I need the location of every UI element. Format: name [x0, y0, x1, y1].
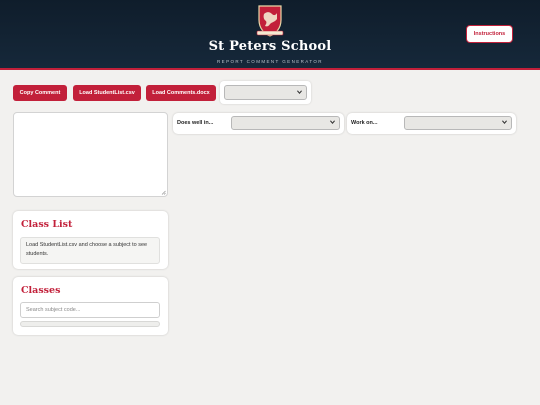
class-list-card: Class List Load StudentList.csv and choo…: [13, 211, 168, 269]
toolbar-select-container: [220, 81, 311, 104]
does-well-select[interactable]: [231, 116, 340, 130]
classes-title: Classes: [21, 285, 61, 296]
comment-textarea[interactable]: [13, 112, 168, 197]
classes-card: Classes: [13, 277, 168, 335]
classes-list[interactable]: [20, 321, 160, 327]
chevron-down-icon: [330, 120, 335, 125]
school-name: St Peters School: [208, 39, 332, 54]
work-on-label: Work on...: [351, 120, 378, 126]
instructions-button[interactable]: Instructions: [466, 25, 513, 43]
class-list-message: Load StudentList.csv and choose a subjec…: [20, 237, 160, 264]
work-on-select[interactable]: [404, 116, 512, 130]
copy-comment-button[interactable]: Copy Comment: [13, 85, 67, 101]
does-well-label: Does well in...: [177, 120, 214, 126]
subject-search-input[interactable]: [20, 302, 160, 318]
load-studentlist-button[interactable]: Load StudentList.csv: [73, 85, 141, 101]
chevron-down-icon: [502, 120, 507, 125]
load-comments-button[interactable]: Load Comments.docx: [146, 85, 216, 101]
app-header: St Peters School REPORT COMMENT GENERATO…: [0, 0, 540, 70]
chevron-down-icon: [297, 89, 302, 94]
school-crest-icon: [256, 5, 284, 37]
app-subtitle: REPORT COMMENT GENERATOR: [217, 59, 323, 64]
work-on-card: Work on...: [347, 113, 516, 134]
toolbar-select[interactable]: [224, 85, 307, 100]
class-list-title: Class List: [21, 219, 73, 230]
does-well-card: Does well in...: [173, 113, 344, 134]
resize-handle-icon[interactable]: [161, 190, 166, 195]
